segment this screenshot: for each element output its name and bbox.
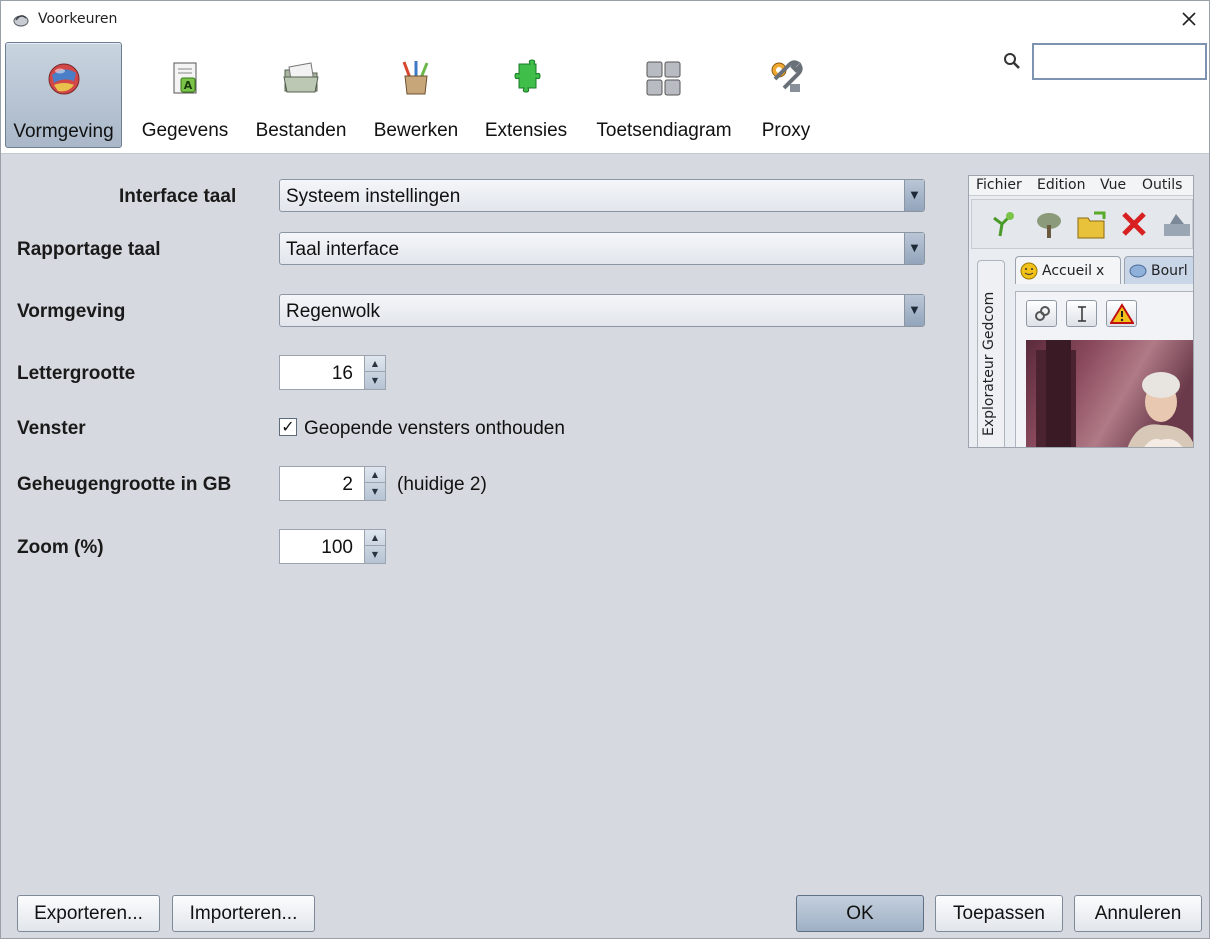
decrement-icon[interactable]: ▼ — [365, 372, 385, 388]
zoom-label: Zoom (%) — [17, 537, 104, 558]
tab-label: Gegevens — [141, 120, 229, 141]
search-input[interactable] — [1032, 43, 1207, 80]
preview-menu-item: Outils — [1142, 177, 1183, 193]
app-icon — [13, 15, 29, 27]
increment-icon[interactable]: ▲ — [365, 467, 385, 483]
tab-label: Bewerken — [373, 120, 459, 141]
link-icon — [1034, 305, 1050, 321]
font-size-label: Lettergrootte — [17, 363, 136, 384]
close-icon[interactable] — [1177, 7, 1201, 31]
increment-icon[interactable]: ▲ — [365, 530, 385, 546]
ok-button[interactable]: OK — [796, 895, 924, 932]
tab-label: Extensies — [484, 120, 568, 141]
spinner-buttons: ▲ ▼ — [364, 467, 385, 500]
preview-tool-button — [1026, 300, 1057, 327]
look-preview: Fichier Edition Vue Outils Explorateur G… — [968, 175, 1194, 448]
pencil-cup-icon — [402, 61, 429, 95]
spinner-buttons: ▲ ▼ — [364, 530, 385, 563]
select-value: Taal interface — [286, 239, 400, 260]
tab-label: Bestanden — [255, 120, 347, 141]
chevron-down-icon[interactable]: ▼ — [904, 233, 924, 264]
spinner-value: 100 — [321, 537, 353, 558]
preview-menu-item: Edition — [1037, 177, 1086, 193]
globe-icon — [48, 63, 79, 95]
tab-label: Toetsendiagram — [596, 120, 732, 141]
spinner-buttons: ▲ ▼ — [364, 356, 385, 389]
tab-bewerken[interactable]: Bewerken — [367, 42, 465, 148]
title-bar: Voorkeuren — [1, 1, 1209, 38]
memory-size-spinner[interactable]: 2 ▲ ▼ — [279, 466, 386, 501]
open-folder-icon — [1077, 211, 1106, 239]
svg-text:A: A — [184, 79, 193, 92]
tab-toetsendiagram[interactable]: Toetsendiagram — [589, 42, 739, 148]
folder-icon — [283, 62, 319, 93]
search-icon — [1004, 53, 1020, 69]
save-icon — [1164, 214, 1190, 236]
spinner-value: 16 — [331, 363, 353, 384]
warning-icon — [1109, 302, 1134, 324]
import-button[interactable]: Importeren... — [172, 895, 315, 932]
memory-size-label: Geheugengrootte in GB — [17, 474, 232, 495]
font-size-spinner[interactable]: 16 ▲ ▼ — [279, 355, 386, 390]
preview-tool-button — [1106, 300, 1137, 327]
wrench-gear-icon — [771, 60, 803, 92]
apply-button[interactable]: Toepassen — [935, 895, 1063, 932]
preview-tab-accueil: Accueil x — [1015, 256, 1121, 284]
preview-content — [1015, 291, 1193, 447]
category-toolbar: Vormgeving A Gegevens Bestanden Bewerken… — [1, 38, 1209, 154]
select-value: Systeem instellingen — [286, 186, 461, 207]
select-value: Regenwolk — [286, 301, 380, 322]
export-button[interactable]: Exporteren... — [17, 895, 160, 932]
decrement-icon[interactable]: ▼ — [365, 546, 385, 562]
tab-proxy[interactable]: Proxy — [753, 42, 819, 148]
tab-gegevens[interactable]: A Gegevens — [135, 42, 235, 148]
preview-side-tab: Explorateur Gedcom — [977, 260, 1005, 447]
report-language-label: Rapportage taal — [17, 239, 161, 260]
spinner-value: 2 — [342, 474, 353, 495]
preview-toolbar — [971, 199, 1193, 249]
preview-menubar: Fichier Edition Vue Outils — [969, 176, 1193, 196]
interface-language-select[interactable]: Systeem instellingen ▼ — [279, 179, 925, 212]
side-tab-label: Explorateur Gedcom — [981, 291, 997, 436]
look-and-feel-label: Vormgeving — [17, 301, 126, 322]
preview-menu-item: Vue — [1100, 177, 1127, 193]
interface-language-label: Interface taal — [119, 186, 237, 207]
chevron-down-icon[interactable]: ▼ — [904, 295, 924, 326]
decrement-icon[interactable]: ▼ — [365, 483, 385, 499]
window-title: Voorkeuren — [38, 11, 118, 27]
increment-icon[interactable]: ▲ — [365, 356, 385, 372]
tab-label: Vormgeving — [13, 121, 114, 142]
tree-icon — [1037, 213, 1061, 238]
text-cursor-icon — [1077, 305, 1086, 322]
preview-tab-bourl: Bourl — [1124, 256, 1193, 284]
portrait-picture — [1036, 340, 1193, 447]
tab-close: x — [1096, 262, 1105, 279]
portrait-image — [1026, 340, 1193, 447]
puzzle-icon — [514, 59, 541, 93]
cancel-button[interactable]: Annuleren — [1074, 895, 1202, 932]
tab-label: Accueil — [1042, 262, 1092, 279]
window-label: Venster — [17, 418, 86, 439]
tab-label: Bourl — [1151, 262, 1188, 279]
document-icon: A — [173, 62, 197, 94]
tab-extensies[interactable]: Extensies — [479, 42, 573, 148]
tab-vormgeving[interactable]: Vormgeving — [5, 42, 122, 148]
tree-icon — [1129, 264, 1147, 277]
chevron-down-icon[interactable]: ▼ — [904, 180, 924, 211]
tab-label: Proxy — [761, 120, 811, 141]
keyboard-icon — [646, 61, 681, 96]
preview-menu-item: Fichier — [976, 177, 1022, 193]
smiley-icon — [1020, 262, 1038, 279]
delete-icon — [1122, 212, 1146, 236]
remember-windows-label: Geopende vensters onthouden — [304, 418, 565, 439]
remember-windows-checkbox[interactable]: ✓ — [279, 418, 297, 436]
preview-tool-button — [1066, 300, 1097, 327]
report-language-select[interactable]: Taal interface ▼ — [279, 232, 925, 265]
look-and-feel-select[interactable]: Regenwolk ▼ — [279, 294, 925, 327]
memory-current-note: (huidige 2) — [397, 474, 487, 495]
new-tree-icon — [993, 212, 1014, 237]
tab-bestanden[interactable]: Bestanden — [249, 42, 353, 148]
preferences-window: Voorkeuren Vormgeving A Gegevens Bestand… — [0, 0, 1210, 939]
zoom-spinner[interactable]: 100 ▲ ▼ — [279, 529, 386, 564]
